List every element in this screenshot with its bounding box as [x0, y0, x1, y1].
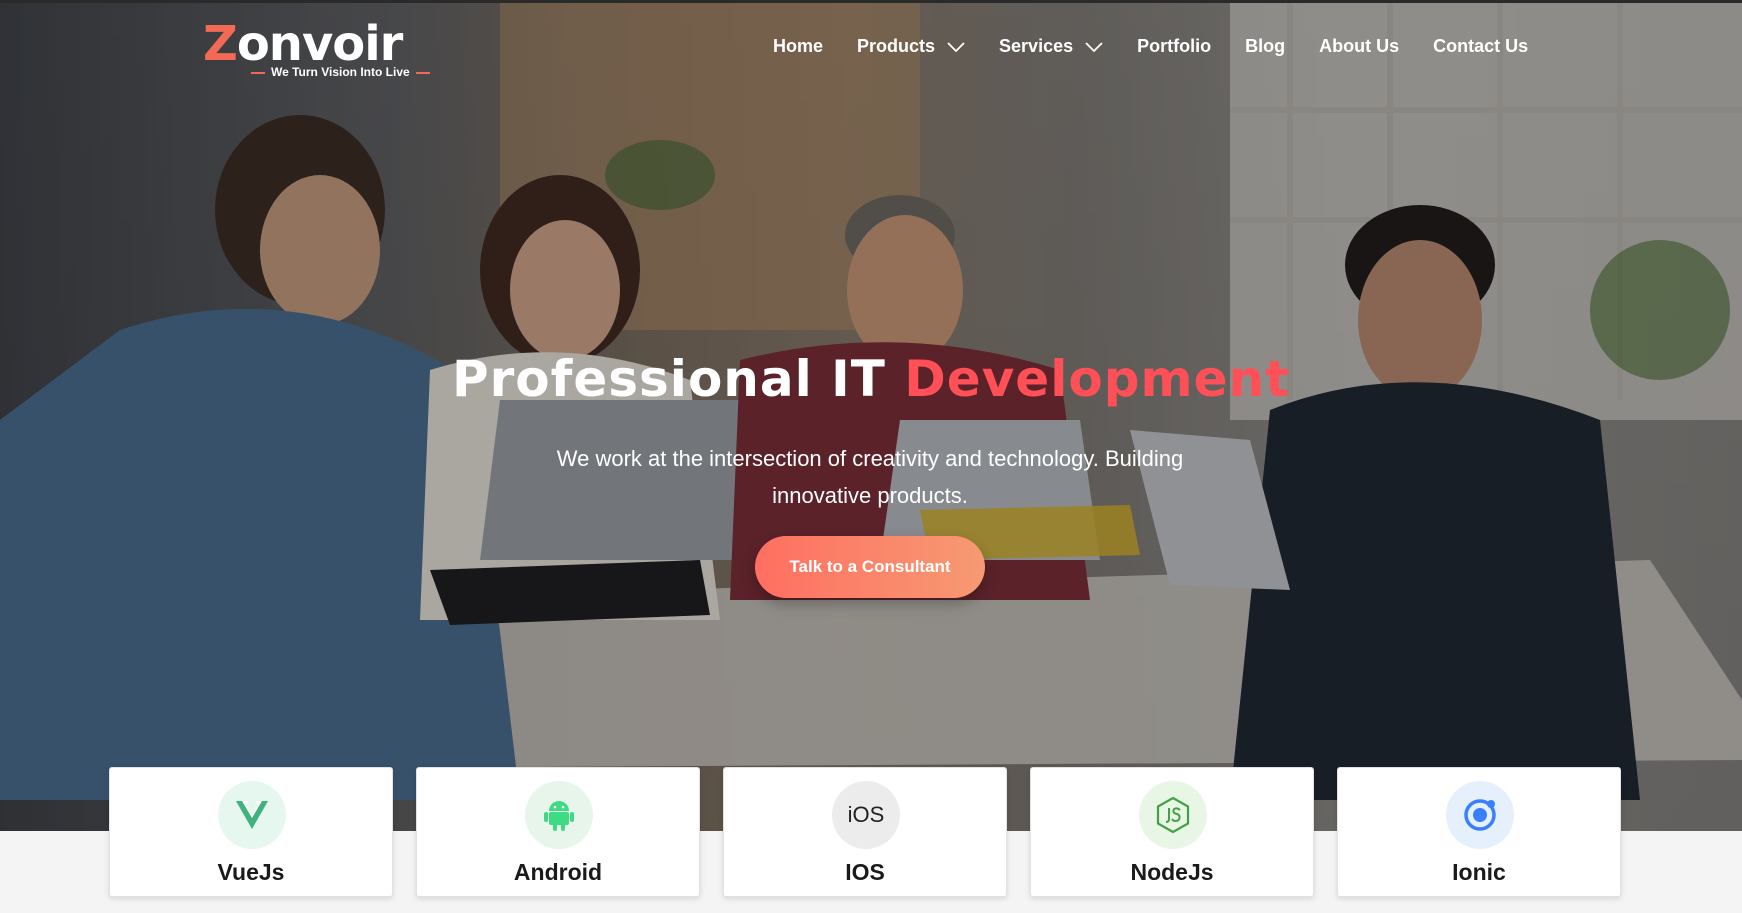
page: Zonvoir We Turn Vision Into Live Home Pr…: [0, 0, 1742, 913]
ios-icon-text: iOS: [847, 802, 885, 827]
nav-services[interactable]: Services: [999, 36, 1103, 57]
tech-card-label: Android: [513, 859, 603, 885]
headline-main: Professional IT: [451, 350, 905, 408]
main-nav: Home Products Services Portfolio Blog Ab…: [773, 36, 1528, 57]
chevron-down-icon: [1085, 41, 1103, 52]
nav-label: About Us: [1319, 36, 1400, 56]
logo-tagline: We Turn Vision Into Live: [245, 65, 436, 79]
hero-section: [0, 0, 1742, 831]
nav-label: Portfolio: [1137, 36, 1212, 56]
nav-portfolio[interactable]: Portfolio: [1137, 36, 1211, 57]
tech-card-android[interactable]: Android: [416, 767, 700, 897]
ionic-icon: [1446, 781, 1514, 849]
top-border: [0, 0, 1742, 3]
logo-text: onvoir: [236, 16, 404, 72]
logo[interactable]: Zonvoir We Turn Vision Into Live: [203, 18, 443, 82]
nav-blog[interactable]: Blog: [1245, 36, 1285, 57]
chevron-down-icon: [947, 41, 965, 52]
nav-home[interactable]: Home: [773, 36, 823, 57]
nav-label: Contact Us: [1433, 36, 1529, 56]
tech-card-label: VueJs: [217, 859, 285, 885]
nav-label: Home: [773, 36, 824, 56]
nav-contact-us[interactable]: Contact Us: [1433, 36, 1528, 57]
tech-card-label: Ionic: [1452, 859, 1506, 885]
logo-letter: Z: [203, 16, 238, 72]
tech-cards: VueJs Android iOS IOS NodeJs Ionic: [109, 767, 1621, 897]
tech-card-vuejs[interactable]: VueJs: [109, 767, 393, 897]
tech-card-nodejs[interactable]: NodeJs: [1030, 767, 1314, 897]
nav-products[interactable]: Products: [857, 36, 965, 57]
vue-icon: [218, 781, 286, 849]
hero-subtext: We work at the intersection of creativit…: [556, 446, 1184, 508]
nav-label: Products: [857, 36, 936, 56]
tech-card-ios[interactable]: iOS IOS: [723, 767, 1007, 897]
android-icon: [525, 781, 593, 849]
nav-label: Blog: [1245, 36, 1286, 56]
tech-card-label: NodeJs: [1130, 859, 1214, 885]
ios-icon: iOS: [832, 781, 900, 849]
nav-label: Services: [999, 36, 1074, 56]
talk-to-consultant-button[interactable]: Talk to a Consultant: [755, 536, 985, 598]
nodejs-icon: [1139, 781, 1207, 849]
nav-about-us[interactable]: About Us: [1319, 36, 1399, 57]
hero-headline: Professional IT Development: [0, 350, 1742, 408]
tech-card-ionic[interactable]: Ionic: [1337, 767, 1621, 897]
tech-card-label: IOS: [845, 859, 885, 885]
logo-wordmark: Zonvoir: [203, 16, 404, 72]
headline-accent: Development: [904, 350, 1291, 408]
hero-overlay: [0, 0, 1742, 831]
